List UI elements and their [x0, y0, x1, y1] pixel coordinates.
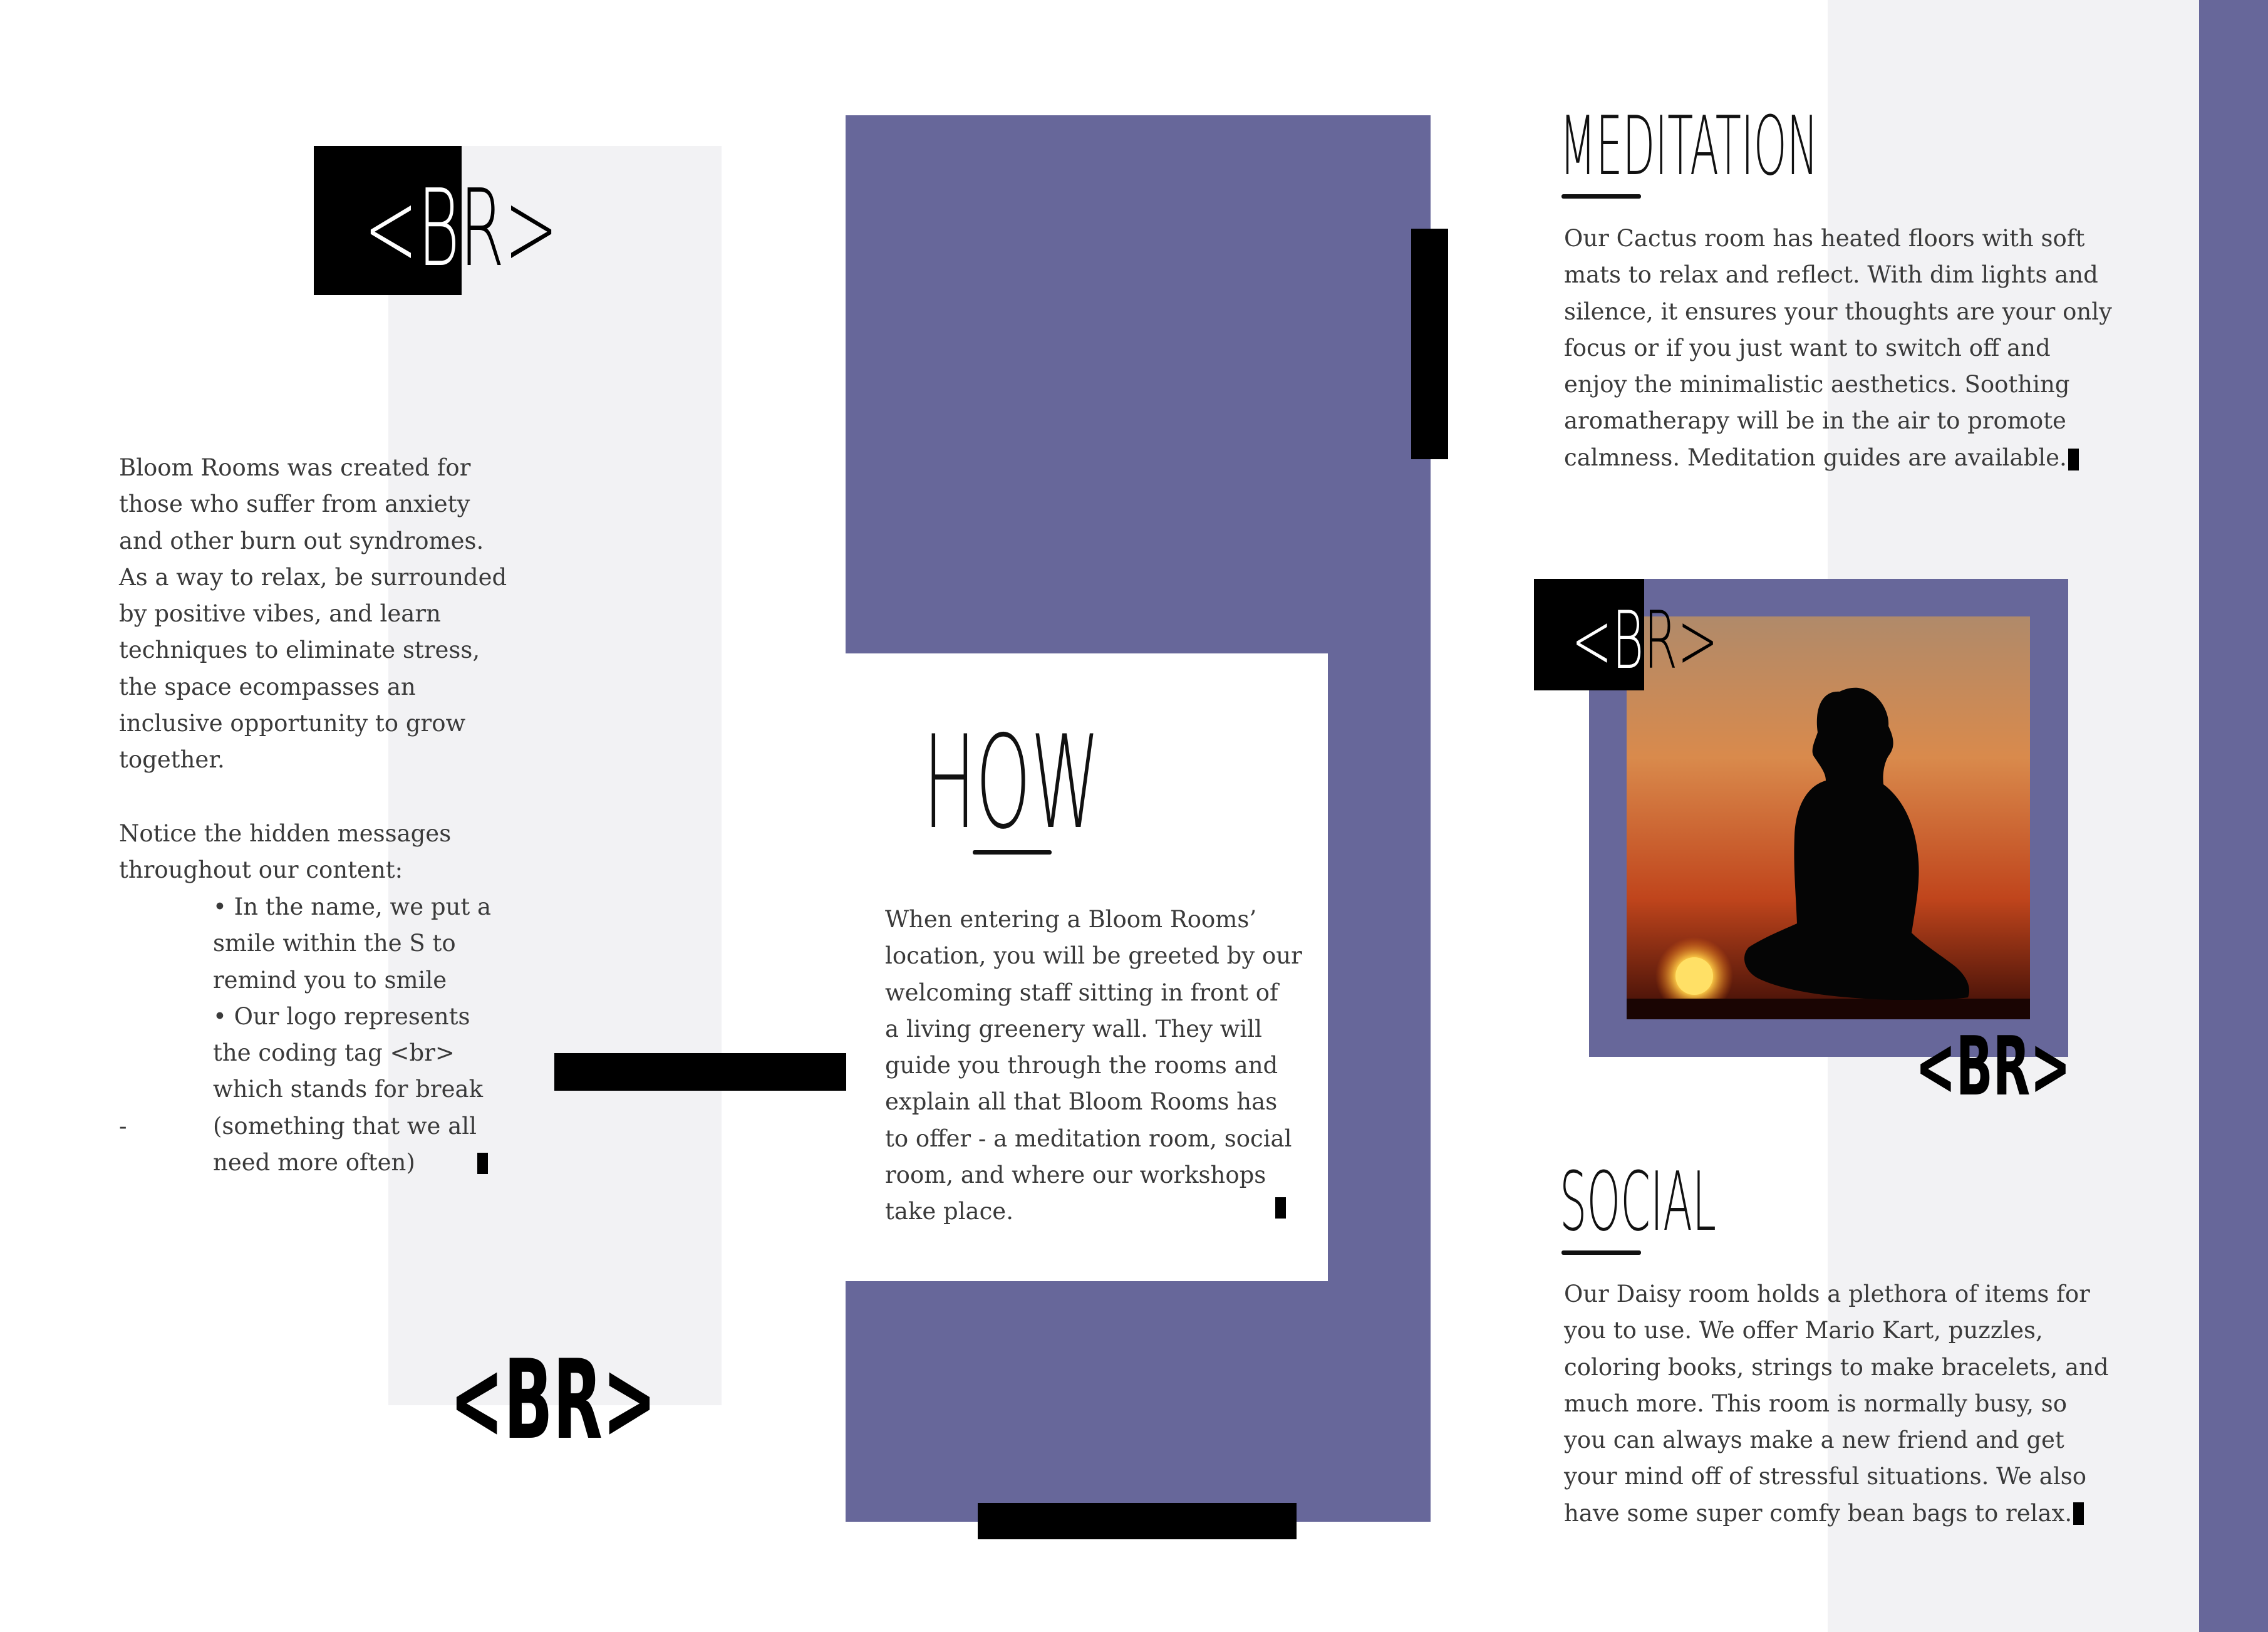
text-line: to offer - a meditation room, social: [885, 1125, 1292, 1152]
how-paragraph: When entering a Bloom Rooms’ location, y…: [885, 902, 1302, 1230]
svg-text:SOCIAL: SOCIAL: [1560, 1164, 1716, 1238]
end-marker: [2073, 1502, 2084, 1525]
text-line: location, you will be greeted by our: [885, 942, 1302, 970]
text-line: coloring books, strings to make bracelet…: [1564, 1353, 2109, 1381]
accent-bar-bottom: [978, 1503, 1297, 1539]
intro-paragraph: Bloom Rooms was created for those who su…: [119, 450, 507, 779]
text-line: your mind off of stressful situations. W…: [1564, 1463, 2086, 1490]
notice-paragraph: Notice the hidden messages throughout ou…: [119, 816, 451, 889]
text-line: much more. This room is normally busy, s…: [1564, 1390, 2067, 1417]
how-title-underline: [973, 850, 1052, 855]
accent-bar-vertical: [1411, 229, 1448, 459]
list-item: smile within the S to: [213, 930, 456, 957]
social-title-underline: [1561, 1250, 1641, 1255]
text-line: take place.: [885, 1198, 1013, 1225]
svg-text:<BR>: <BR>: [450, 1341, 656, 1447]
social-paragraph: Our Daisy room holds a plethora of items…: [1564, 1276, 2109, 1532]
text-line: When entering a Bloom Rooms’: [885, 906, 1257, 933]
list-item: (something that we all: [213, 1112, 477, 1140]
text-line: welcoming staff sitting in front of: [885, 979, 1278, 1006]
list-item: which stands for break: [213, 1076, 483, 1103]
text-line: together.: [119, 746, 225, 774]
text-line: throughout our content:: [119, 856, 403, 884]
text-line: and other burn out syndromes.: [119, 527, 484, 554]
svg-text:<BR>: <BR>: [1915, 1022, 2071, 1104]
text-line: mats to relax and reflect. With dim ligh…: [1564, 261, 2098, 289]
how-title: HOW: [923, 727, 1100, 833]
meditation-title-underline: [1561, 194, 1641, 199]
logo-mark: <BR> <BR>: [1572, 594, 1718, 687]
logo-mark: <BR> <BR>: [364, 167, 558, 291]
text-line: a living greenery wall. They will: [885, 1015, 1262, 1042]
text-line: techniques to eliminate stress,: [119, 637, 480, 664]
text-line: Notice the hidden messages: [119, 820, 452, 847]
meditation-title: MEDITATION: [1560, 108, 1818, 183]
text-line: the space ecompasses an: [119, 673, 416, 700]
right-purple-edge: [2199, 0, 2268, 1632]
end-marker: [2068, 449, 2079, 470]
text-line: you can always make a new friend and get: [1564, 1427, 2064, 1454]
accent-bar-middle: [554, 1053, 846, 1091]
text-line: Our Cactus room has heated floors with s…: [1564, 225, 2085, 252]
text-line: those who suffer from anxiety: [119, 491, 470, 518]
list-item: the coding tag <br>: [213, 1039, 455, 1067]
text-line: by positive vibes, and learn: [119, 600, 441, 628]
end-marker: [1275, 1197, 1286, 1219]
svg-text:HOW: HOW: [923, 727, 1100, 833]
text-line: calmness. Meditation guides are availabl…: [1564, 444, 2067, 471]
text-line: silence, it ensures your thoughts are yo…: [1564, 298, 2112, 325]
text-line: As a way to relax, be surrounded: [119, 563, 507, 591]
logo-top-left: <BR> <BR>: [314, 146, 564, 295]
text-line: guide you through the rooms and: [885, 1052, 1278, 1079]
logo-bold-photo: <BR>: [1915, 1022, 2071, 1104]
logo-photo: <BR> <BR>: [1534, 579, 1728, 690]
text-line: room, and where our workshops: [885, 1162, 1266, 1189]
logo-bold-bottom-left: <BR>: [450, 1341, 656, 1447]
text-line: focus or if you just want to switch off …: [1564, 334, 2051, 361]
text-line: Our Daisy room holds a plethora of items…: [1564, 1281, 2090, 1307]
end-marker: [477, 1153, 488, 1174]
text-line: aromatherapy will be in the air to promo…: [1564, 407, 2066, 435]
list-item: • Our logo represents: [213, 1002, 470, 1030]
text-line: you to use. We offer Mario Kart, puzzles…: [1564, 1317, 2043, 1344]
list-item: • In the name, we put a: [213, 893, 492, 920]
meditation-paragraph: Our Cactus room has heated floors with s…: [1564, 221, 2112, 476]
list-item: remind you to smile: [213, 966, 447, 994]
stray-dash: -: [119, 1113, 127, 1140]
bullet-list: • In the name, we put a smile within the…: [213, 889, 491, 1181]
list-item: need more often): [213, 1149, 415, 1177]
text-line: Bloom Rooms was created for: [119, 454, 471, 481]
social-title: SOCIAL: [1560, 1164, 1716, 1238]
text-line: explain all that Bloom Rooms has: [885, 1088, 1278, 1116]
text-line: inclusive opportunity to grow: [119, 710, 466, 737]
svg-text:MEDITATION: MEDITATION: [1560, 108, 1818, 183]
text-line: enjoy the minimalistic aesthetics. Sooth…: [1564, 371, 2070, 398]
text-line: have some super comfy bean bags to relax…: [1564, 1499, 2073, 1527]
